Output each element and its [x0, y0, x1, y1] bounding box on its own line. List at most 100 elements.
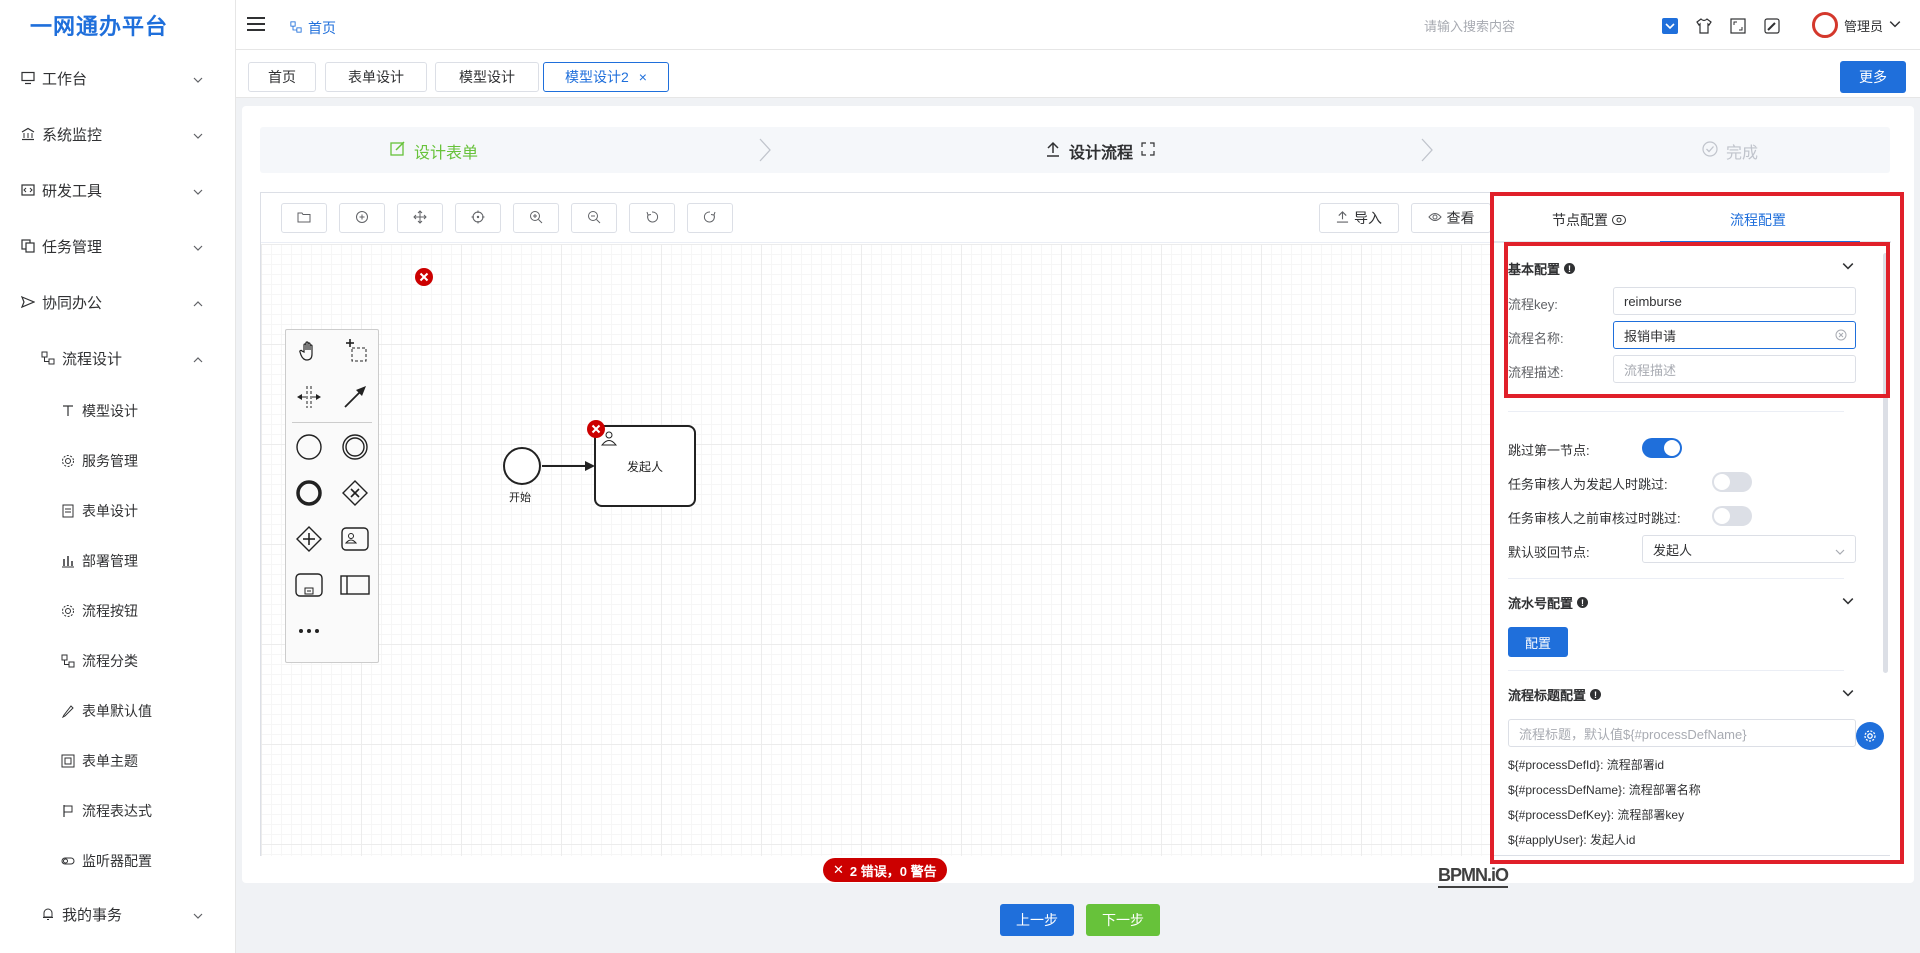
plus-circle-icon [355, 210, 369, 227]
checkbox-icon[interactable] [1660, 16, 1680, 36]
space-tool-icon[interactable] [292, 380, 326, 414]
step-design-process[interactable]: 设计流程 [1045, 139, 1155, 163]
hand-tool-icon[interactable] [292, 334, 326, 368]
sidebar-item-dev-tools[interactable]: 研发工具 [0, 162, 235, 218]
pool-icon[interactable] [338, 568, 372, 602]
bpmn-io-logo[interactable]: BPMN.iO [1438, 865, 1509, 888]
diagram-canvas[interactable]: 开始 发起人 ✕ 2 错误，0 警告 BPMN.iO [261, 244, 1509, 888]
start-event[interactable] [502, 446, 542, 489]
breadcrumb[interactable]: 首页 [290, 18, 336, 38]
chevron-down-icon [193, 72, 203, 89]
error-marker-icon[interactable] [586, 419, 606, 442]
center-button[interactable] [455, 203, 501, 233]
step-label: 设计流程 [1069, 145, 1134, 162]
hamburger-icon[interactable] [246, 15, 266, 36]
end-event-icon[interactable] [292, 476, 326, 510]
chevron-down-icon [193, 240, 203, 257]
open-file-button[interactable] [281, 203, 327, 233]
sidebar-item-label: 任务管理 [42, 238, 103, 256]
step-complete[interactable]: 完成 [1702, 139, 1758, 163]
start-event-icon[interactable] [292, 430, 326, 464]
more-button[interactable]: 更多 [1840, 61, 1906, 93]
start-event-label: 开始 [509, 492, 531, 504]
sidebar-item-process-design[interactable]: 流程设计 [0, 330, 235, 386]
sidebar-item-process-expression[interactable]: 流程表达式 [0, 786, 235, 836]
wrench-icon[interactable] [1762, 16, 1782, 36]
shirt-icon[interactable] [1694, 16, 1714, 36]
tab-home[interactable]: 首页 [248, 62, 316, 92]
breadcrumb-label: 首页 [308, 20, 336, 36]
sidebar-item-model-design[interactable]: 模型设计 [0, 386, 235, 436]
sidebar-item-process-buttons[interactable]: 流程按钮 [0, 586, 235, 636]
sidebar-item-label: 系统监控 [42, 126, 103, 144]
add-button[interactable] [339, 203, 385, 233]
lasso-tool-icon[interactable] [338, 334, 372, 368]
search-input[interactable]: 请输入搜索内容 [1424, 16, 1515, 35]
sidebar-item-workbench[interactable]: 工作台 [0, 50, 235, 106]
view-label: 查看 [1446, 210, 1475, 226]
move-button[interactable] [397, 203, 443, 233]
tab-model-design-2[interactable]: 模型设计2 × [543, 62, 669, 92]
sidebar-item-label: 流程表达式 [82, 803, 152, 819]
expand-icon[interactable] [1141, 141, 1155, 161]
sidebar-item-process-category[interactable]: 流程分类 [0, 636, 235, 686]
app-logo: 一网通办平台 [30, 14, 169, 39]
intermediate-event-icon[interactable] [338, 430, 372, 464]
sidebar-item-form-defaults[interactable]: 表单默认值 [0, 686, 235, 736]
fullscreen-icon[interactable] [1728, 16, 1748, 36]
prev-step-button[interactable]: 上一步 [1000, 904, 1074, 936]
sidebar-item-listener-config[interactable]: 监听器配置 [0, 836, 235, 886]
next-step-button[interactable]: 下一步 [1086, 904, 1160, 936]
flow-icon [290, 20, 302, 36]
top-header: 首页 请输入搜索内容 管理员 [236, 0, 1920, 50]
connect-tool-icon[interactable] [338, 380, 372, 414]
sidebar-item-task-management[interactable]: 任务管理 [0, 218, 235, 274]
document-icon [60, 503, 76, 519]
sidebar-item-my-affairs[interactable]: 我的事务 [0, 886, 235, 942]
chevron-up-icon [193, 296, 203, 313]
chevron-down-icon [1889, 18, 1901, 33]
redo-icon [703, 210, 717, 227]
undo-icon [645, 210, 659, 227]
view-button[interactable]: 查看 [1411, 203, 1491, 233]
text-icon [60, 403, 76, 419]
theme-icon [60, 753, 76, 769]
exclusive-gateway-icon[interactable] [338, 476, 372, 510]
redo-button[interactable] [687, 203, 733, 233]
sidebar-item-collaboration[interactable]: 协同办公 [0, 274, 235, 330]
check-circle-icon [1702, 140, 1718, 162]
code-window-icon [20, 182, 36, 198]
upload-icon [1045, 141, 1061, 162]
sidebar-item-label: 监听器配置 [82, 853, 152, 869]
sidebar-item-form-theme[interactable]: 表单主题 [0, 736, 235, 786]
editor-toolbar: 导入 查看 [261, 193, 1491, 243]
more-tools-icon[interactable] [292, 614, 326, 648]
step-design-form[interactable]: 设计表单 [390, 139, 478, 163]
zoom-out-button[interactable] [571, 203, 617, 233]
close-icon[interactable]: × [639, 69, 647, 85]
step-label: 完成 [1726, 145, 1759, 162]
sub-process-icon[interactable] [292, 568, 326, 602]
sequence-flow[interactable] [541, 459, 597, 476]
chevron-up-icon [193, 352, 203, 369]
sidebar: 一网通办平台 工作台 系统监控 研发工具 任务管理 协同办公 流程设计 模型设计… [0, 0, 236, 953]
import-button[interactable]: 导入 [1319, 203, 1399, 233]
tab-form-design[interactable]: 表单设计 [325, 62, 427, 92]
bank-icon [20, 126, 36, 142]
tab-model-design[interactable]: 模型设计 [435, 62, 539, 92]
flag-icon [60, 803, 76, 819]
undo-button[interactable] [629, 203, 675, 233]
header-icons [1660, 16, 1782, 36]
flow-icon [60, 653, 76, 669]
parallel-gateway-icon[interactable] [292, 522, 326, 556]
lint-error-badge[interactable]: ✕ 2 错误，0 警告 [823, 858, 947, 882]
sidebar-item-label: 表单默认值 [82, 703, 152, 719]
zoom-in-button[interactable] [513, 203, 559, 233]
error-marker-icon[interactable] [414, 267, 434, 290]
sidebar-item-deploy-management[interactable]: 部署管理 [0, 536, 235, 586]
sidebar-item-service-management[interactable]: 服务管理 [0, 436, 235, 486]
sidebar-item-form-design[interactable]: 表单设计 [0, 486, 235, 536]
user-menu[interactable]: 管理员 [1812, 12, 1901, 38]
sidebar-item-system-monitor[interactable]: 系统监控 [0, 106, 235, 162]
user-task-icon[interactable] [338, 522, 372, 556]
